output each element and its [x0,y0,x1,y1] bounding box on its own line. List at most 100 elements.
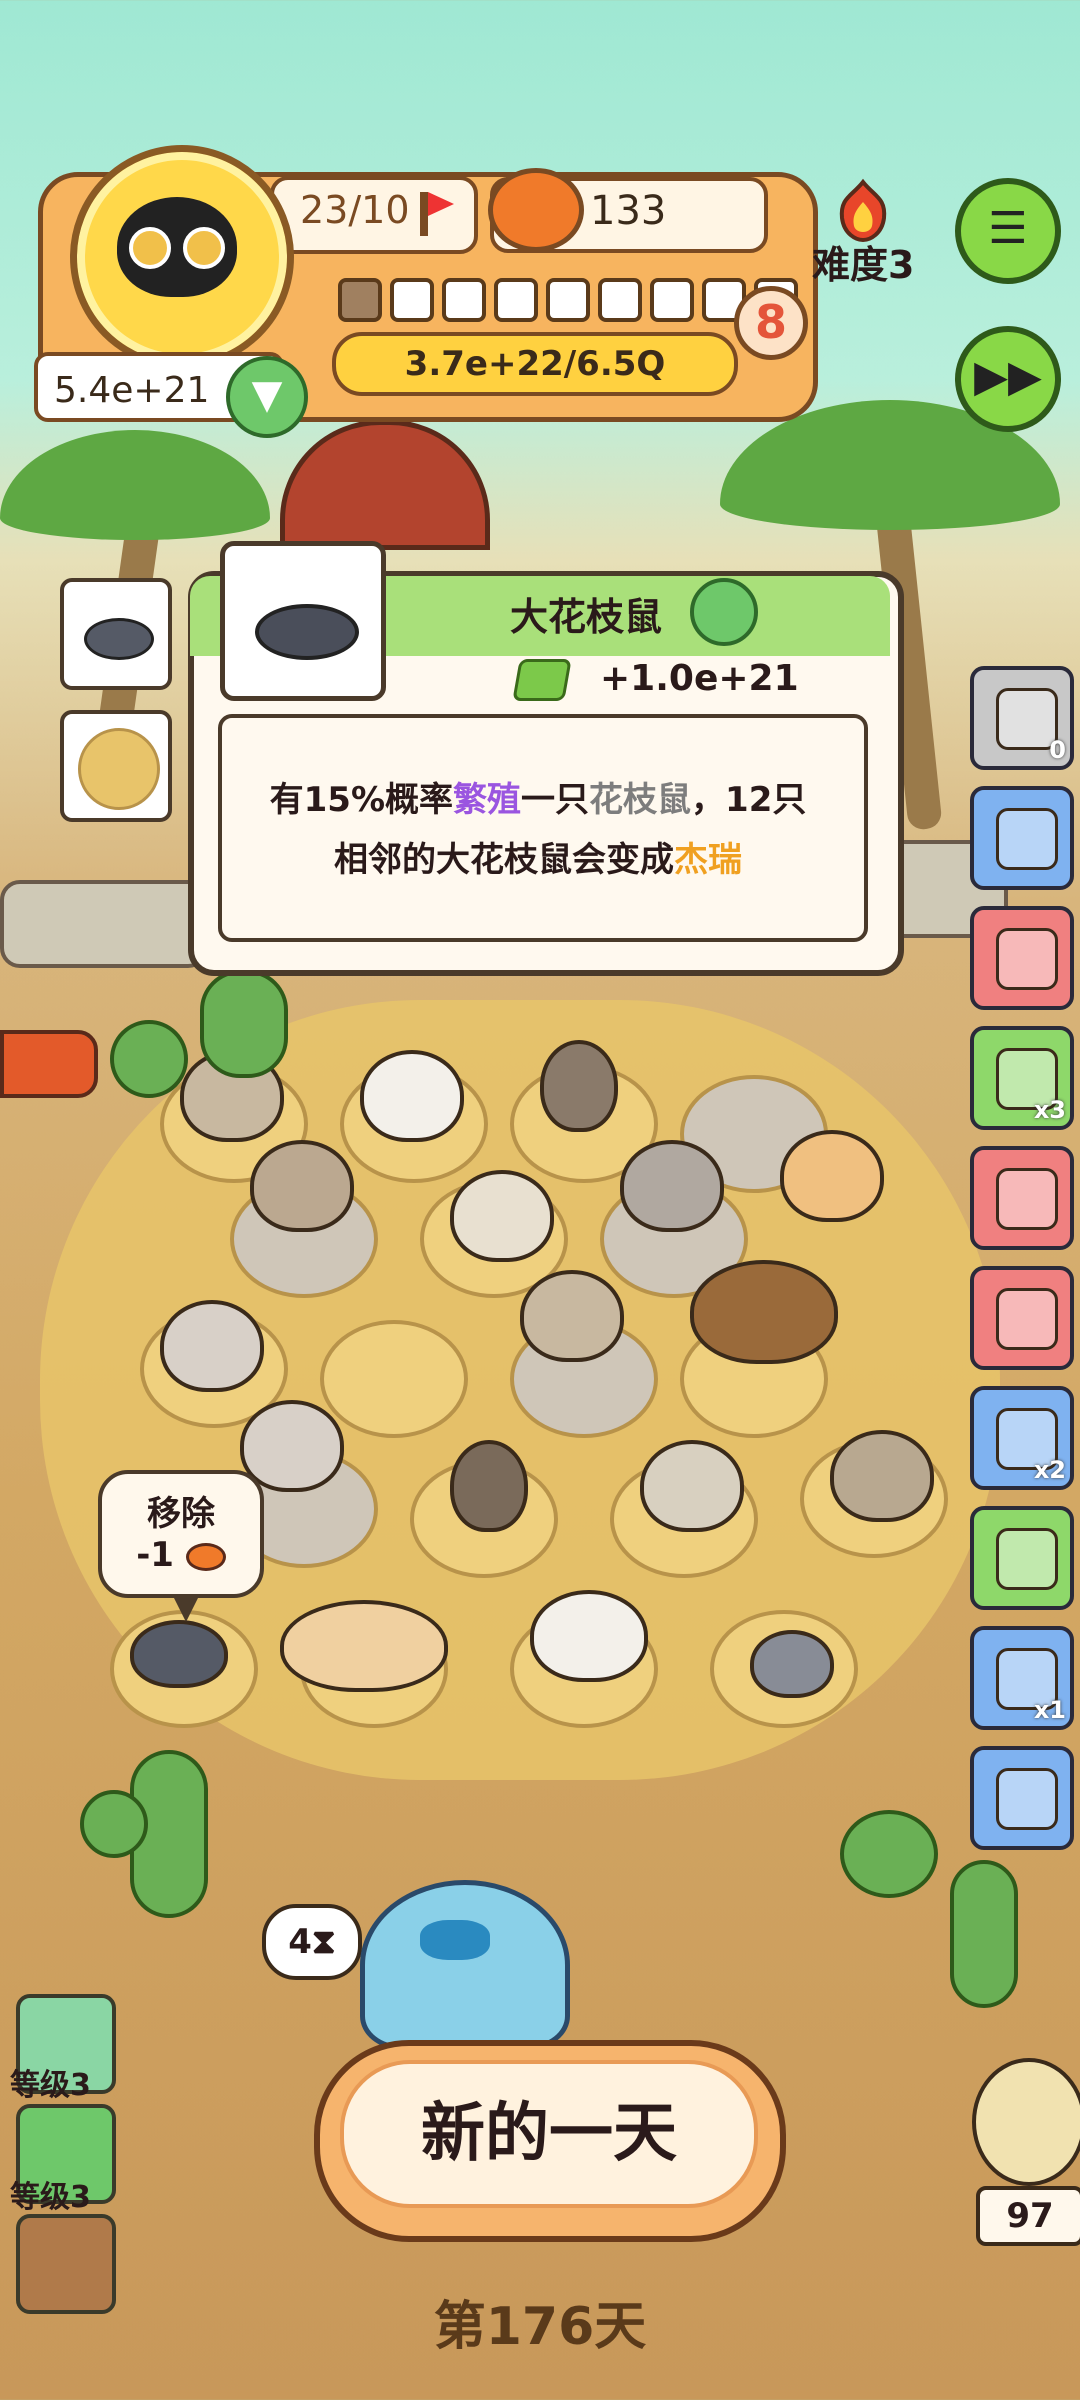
cat-food-bowl-icon [185,1542,226,1571]
sidebar-whistle-button[interactable] [970,906,1074,1010]
mouse-icon [255,604,359,660]
difficulty-label: 难度3 [812,243,915,287]
fast-forward-button[interactable]: ▶▶ [955,326,1061,432]
timer-value: 4 [288,1922,312,1962]
pasture-spot[interactable] [320,1320,468,1438]
bow-icon [420,1920,490,1960]
jerboa-animal[interactable] [450,1440,528,1532]
heart-pet-icon [996,1168,1058,1230]
sidebar-tent-button[interactable]: x3 [970,1026,1074,1130]
sidebar-jar-button[interactable]: x1 [970,1626,1074,1730]
sidebar-badge: 0 [1049,736,1066,764]
hamster-animal[interactable] [280,1600,448,1692]
progress-pip [598,278,642,322]
hourglass-icon: ⧗ [311,1922,336,1962]
rabbit-badge-icon [690,578,758,646]
timer-bubble: 4⧗ [262,1904,362,1980]
popup-animal-thumbnail [220,541,386,701]
progress-pip [442,278,486,322]
mouse-animal[interactable] [130,1620,228,1688]
level-progress-text: 23/10 [300,188,410,232]
ticket-icon [996,1528,1058,1590]
black-cat-icon [117,197,237,297]
remove-cost: -1 [102,1535,260,1575]
remove-cost-text: -1 [136,1535,174,1575]
rabbit-animal[interactable] [360,1050,464,1142]
rabbit-animal[interactable] [620,1140,724,1232]
progress-pip [338,278,382,322]
cactus-decoration [840,1810,938,1898]
cactus-decoration [200,970,288,1078]
skull-bowl-icon[interactable] [16,2214,116,2314]
market-stall[interactable] [0,1030,98,1098]
cat-eye-icon [183,227,225,269]
reward-value: +1.0e+21 [600,658,799,699]
sidebar-badge: x2 [1033,1456,1066,1484]
description-text: 有15%概率繁殖一只花枝鼠，12只 相邻的大花枝鼠会变成杰瑞 [238,770,838,890]
heart-down-icon[interactable]: ▼ [226,356,308,438]
stage-number-badge: 8 [734,286,808,360]
desc-keyword-jerry: 杰瑞 [674,840,742,880]
sidebar-film-reel-button[interactable]: 0 [970,666,1074,770]
owl-counter: 97 [976,2186,1080,2246]
sidebar-heart-pet-button[interactable] [970,1146,1074,1250]
rabbit-animal[interactable] [160,1300,264,1392]
palm-leaves-left [0,430,270,540]
cat-character[interactable] [360,1880,570,2050]
hedgehog-animal[interactable] [450,1170,554,1262]
remove-bubble[interactable]: 移除 -1 [98,1470,264,1622]
cactus-decoration [80,1790,148,1858]
flag-icon [420,192,454,236]
bamboo-icon [996,1288,1058,1350]
remove-label: 移除 [147,1494,215,1534]
sidebar-clover-charm-button[interactable]: x2 [970,1386,1074,1490]
seed-pile-card[interactable] [60,710,172,822]
sidebar-trophy-button[interactable] [970,786,1074,890]
difficulty-flame-icon[interactable] [826,178,900,243]
cat-food-bowl-icon [488,168,584,252]
desc-keyword-animal: 花枝鼠 [589,780,692,820]
stage-progress-pips [338,278,798,322]
desc-text: 一只 [521,780,590,820]
chipmunk-animal[interactable] [830,1430,934,1522]
jerboa-animal[interactable] [540,1040,618,1132]
building-dome [280,420,490,550]
progress-pip [494,278,538,322]
popup-title: 大花枝鼠 [510,595,663,639]
seed-pile-icon [78,728,160,810]
player-avatar[interactable] [70,145,294,369]
cactus-decoration [110,1020,188,1098]
rock-wall-left [0,880,208,968]
whistle-icon [996,928,1058,990]
food-count-text: 133 [590,188,667,234]
sidebar-cart-button[interactable] [970,1746,1074,1850]
desc-text: ，12只 [691,780,807,820]
owl-icon[interactable] [972,2058,1080,2186]
hedgehog-animal[interactable] [640,1440,744,1532]
desc-text: 相邻的大花枝鼠会变成 [334,840,674,880]
chipmunk-animal[interactable] [250,1140,354,1232]
progress-pip [390,278,434,322]
rabbit-animal[interactable] [530,1590,648,1682]
mouse-animal[interactable] [750,1630,834,1698]
day-counter: 第176天 [433,2297,647,2357]
new-day-button[interactable]: 新的一天 [340,2060,758,2208]
coin-progress-bar: 3.7e+22/6.5Q [332,332,738,396]
sidebar-bamboo-button[interactable] [970,1266,1074,1370]
capybara-animal[interactable] [690,1260,838,1364]
menu-button[interactable]: ☰ [955,178,1061,284]
progress-pip [650,278,694,322]
level-label: 等级3 [10,2180,91,2215]
hamster-animal[interactable] [780,1130,884,1222]
mouse-icon [84,618,154,660]
sidebar-badge: x1 [1033,1696,1066,1724]
sidebar-ticket-button[interactable] [970,1506,1074,1610]
desc-keyword-breed: 繁殖 [453,780,522,820]
reward-money-icon [512,659,572,701]
sidebar-badge: x3 [1033,1096,1066,1124]
chipmunk-animal[interactable] [520,1270,624,1362]
desc-text: 有15%概率 [269,780,454,820]
level-label: 等级3 [10,2068,91,2103]
cat-eye-icon [129,227,171,269]
mouse-thumbnail-card[interactable] [60,578,172,690]
